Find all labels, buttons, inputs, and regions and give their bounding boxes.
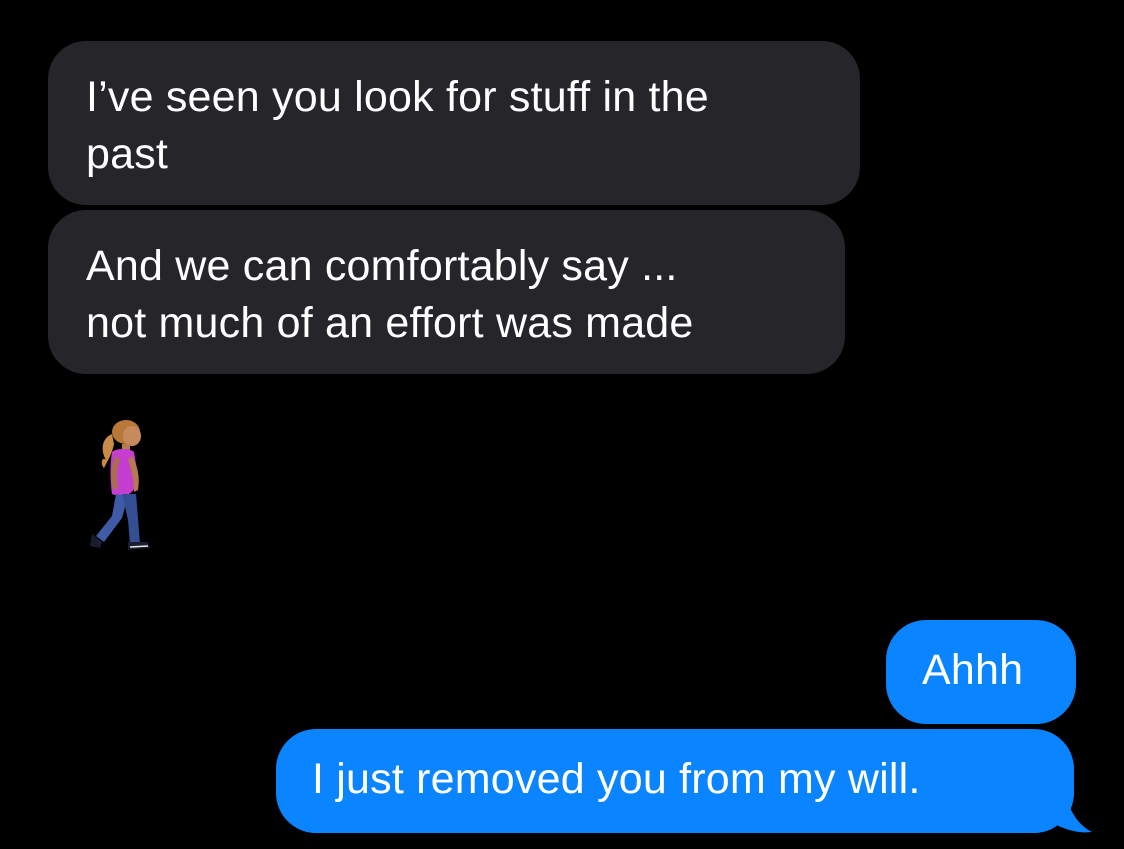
- face-shape: [123, 426, 141, 446]
- sent-message-bubble[interactable]: Ahhh: [886, 620, 1076, 724]
- message-text-line: And we can comfortably say ...: [86, 242, 678, 290]
- message-tail-icon: [1040, 770, 1092, 833]
- message-text-line: Ahhh: [922, 646, 1024, 694]
- leg-shape: [96, 494, 128, 542]
- message-text-line: I’ve seen you look for stuff in the: [86, 73, 709, 121]
- message-text-line: not much of an effort was made: [86, 299, 694, 347]
- woman-walking-emoji[interactable]: [82, 416, 162, 561]
- message-text-line: past: [86, 130, 169, 178]
- received-message-bubble[interactable]: And we can comfortably say ... not much …: [48, 210, 845, 374]
- leg-shape: [122, 494, 140, 544]
- message-text-line: I just removed you from my will.: [312, 755, 921, 803]
- sent-message-bubble[interactable]: I just removed you from my will.: [276, 729, 1074, 833]
- received-message-bubble[interactable]: I’ve seen you look for stuff in the past: [48, 41, 860, 205]
